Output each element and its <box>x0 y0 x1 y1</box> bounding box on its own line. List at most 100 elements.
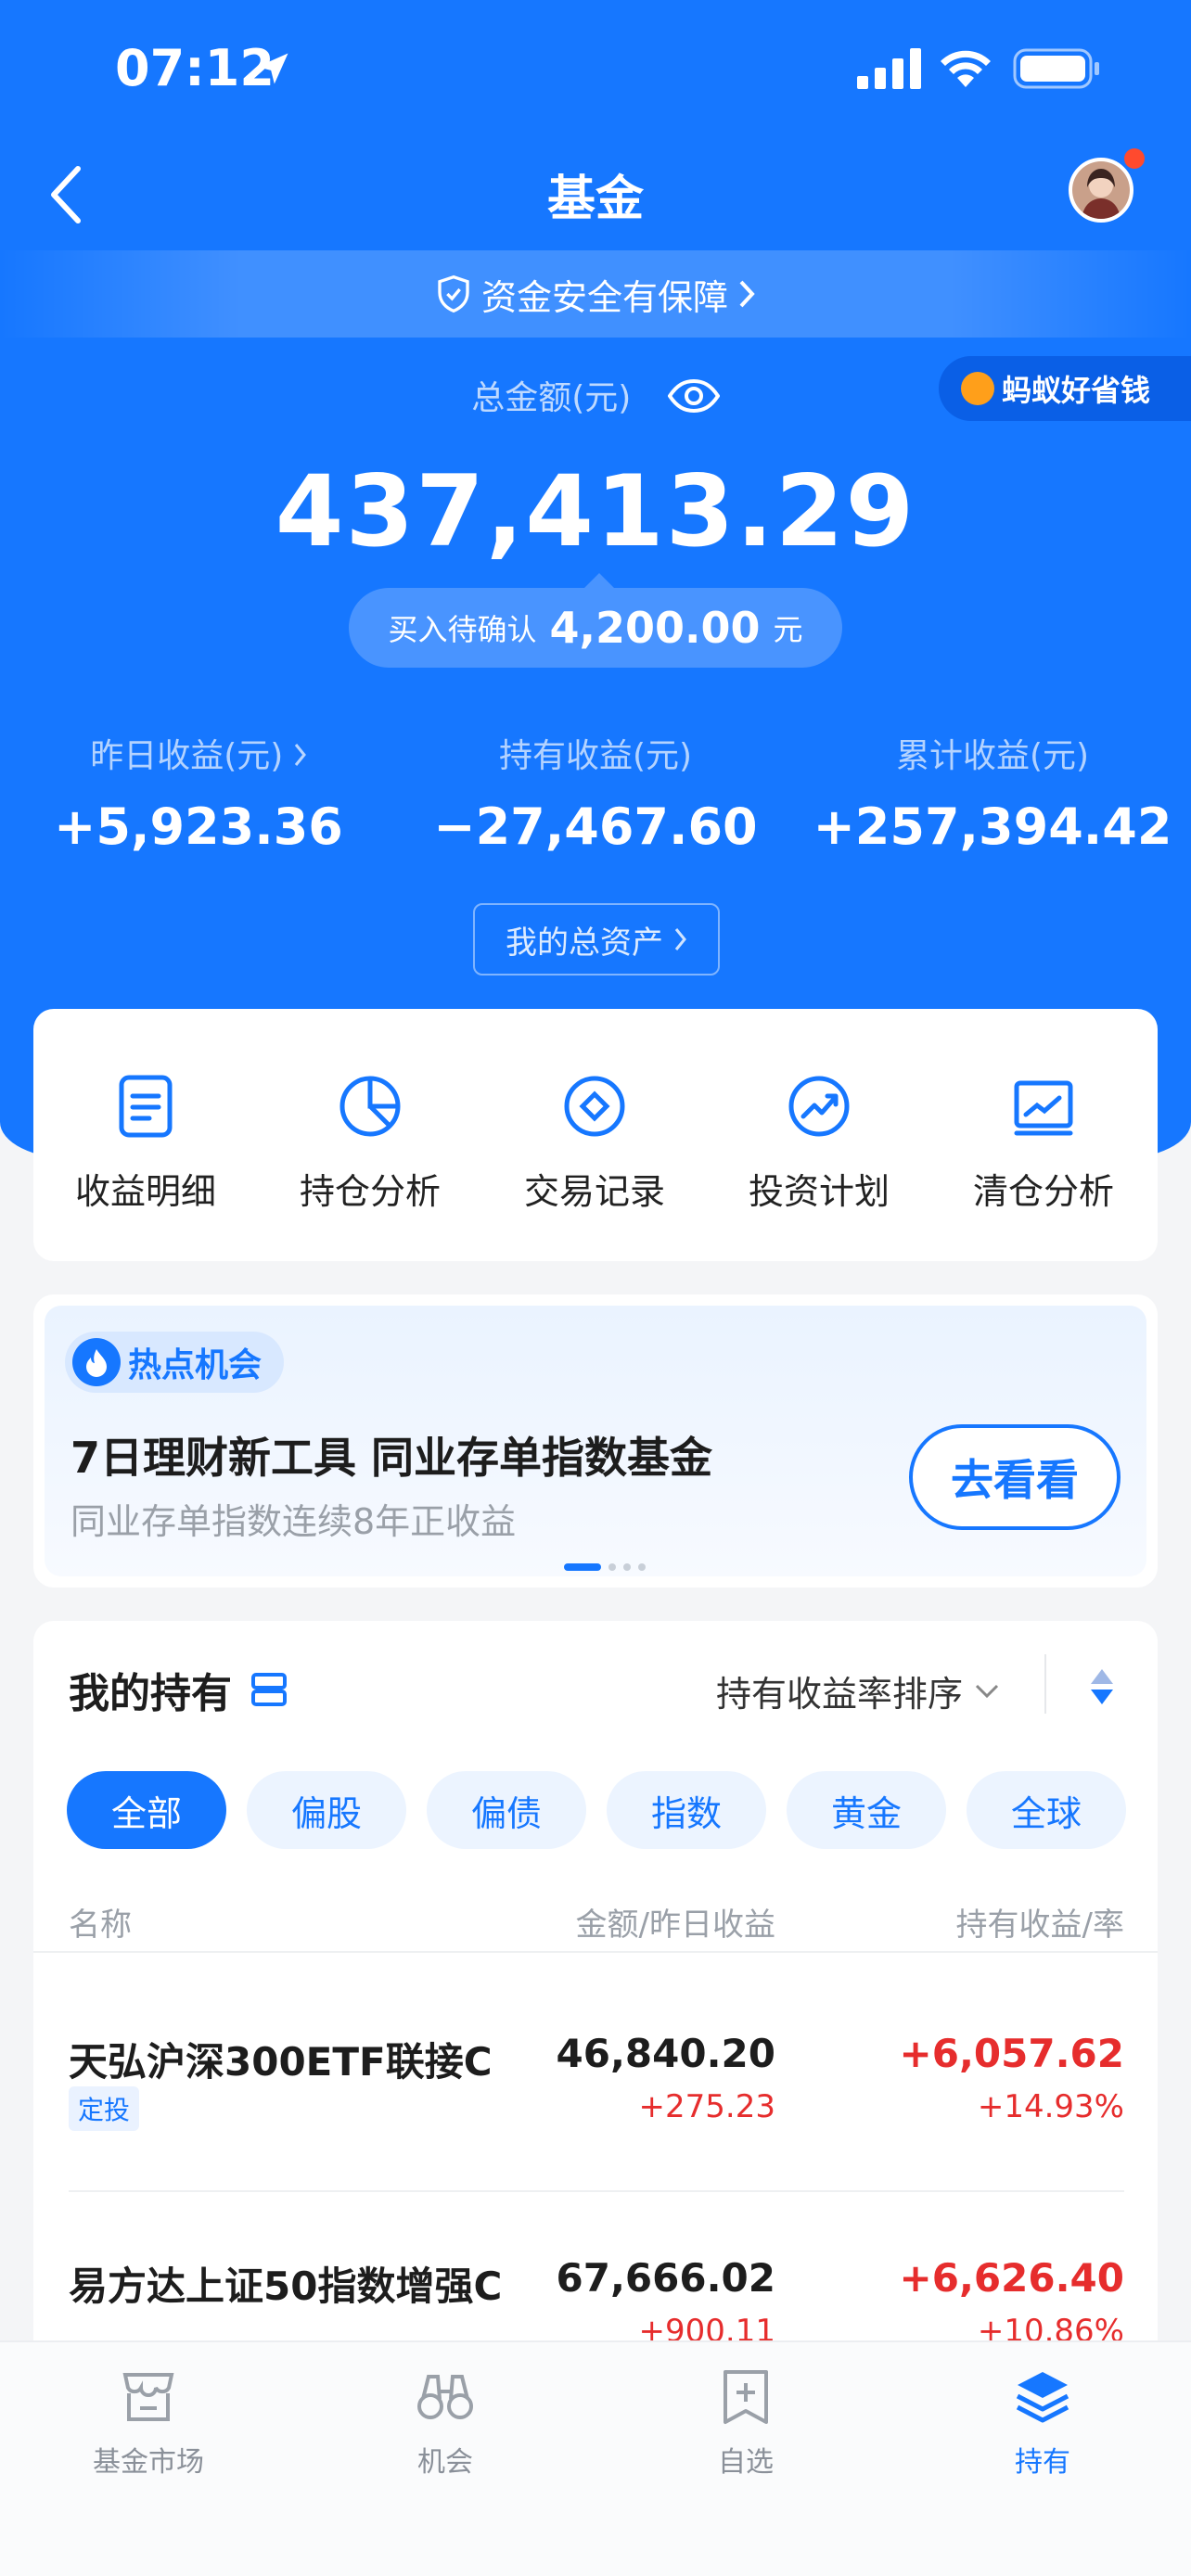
tools-card: 收益明细 持仓分析 交易记录 投资计划 清仓分析 <box>33 1009 1158 1261</box>
total-amount-label: 总金额(元) <box>0 371 1191 423</box>
tool-earnings-detail[interactable]: 收益明细 <box>33 1009 258 1261</box>
add-bookmark-icon <box>724 2370 768 2424</box>
tab-holdings[interactable]: 持有 <box>894 2365 1191 2480</box>
stat-value: −27,467.60 <box>433 797 758 856</box>
column-header-name: 名称 <box>69 1906 132 1944</box>
pending-purchase-pill[interactable]: 买入待确认 4,200.00 元 <box>349 588 842 668</box>
holding-row[interactable]: 天弘沪深300ETF联接C 定投 46,840.20 +275.23 +6,05… <box>33 1953 1158 2188</box>
tool-label: 持仓分析 <box>299 1171 441 1212</box>
fund-amount: 67,666.02 <box>556 2255 775 2301</box>
chip-gold[interactable]: 黄金 <box>787 1771 946 1849</box>
carousel-dot <box>564 1563 601 1571</box>
status-time: 07:12 <box>115 39 275 97</box>
pending-amount: 4,200.00 <box>549 603 761 653</box>
tool-holding-analysis[interactable]: 持仓分析 <box>258 1009 482 1261</box>
fund-amount: 46,840.20 <box>556 2031 775 2076</box>
chevron-down-icon <box>975 1684 999 1698</box>
location-arrow-icon <box>257 53 288 84</box>
chip-all[interactable]: 全部 <box>67 1771 226 1849</box>
tab-fund-market[interactable]: 基金市场 <box>0 2365 297 2480</box>
list-view-icon[interactable] <box>250 1672 288 1707</box>
eye-icon[interactable] <box>667 377 721 423</box>
diamond-circle-icon <box>564 1076 625 1137</box>
navigation-bar: 基金 <box>0 139 1191 241</box>
page-title: 基金 <box>546 172 644 227</box>
stat-value: +257,394.42 <box>813 797 1172 856</box>
chevron-right-icon <box>294 744 306 766</box>
carousel-dot <box>623 1563 631 1571</box>
cellular-signal-icon <box>857 48 921 89</box>
chevron-right-icon <box>674 928 686 950</box>
promo-card[interactable]: 热点机会 7日理财新工具 同业存单指数基金 同业存单指数连续8年正收益 去看看 <box>33 1294 1158 1588</box>
tab-label: 机会 <box>417 2446 473 2479</box>
notification-dot <box>1124 148 1145 169</box>
sort-order-icon[interactable] <box>1089 1667 1115 1706</box>
chip-global[interactable]: 全球 <box>967 1771 1126 1849</box>
pending-unit: 元 <box>773 612 803 647</box>
hot-tag-label: 热点机会 <box>128 1346 263 1384</box>
binoculars-icon <box>417 2375 473 2419</box>
layers-icon <box>1016 2372 1069 2423</box>
my-total-assets-button[interactable]: 我的总资产 <box>473 903 720 976</box>
flame-icon <box>72 1338 121 1386</box>
total-amount: 437,413.29 <box>275 454 916 568</box>
stat-holding-earnings: 持有收益(元) −27,467.60 <box>410 729 781 856</box>
tool-clearance-analysis[interactable]: 清仓分析 <box>931 1009 1156 1261</box>
pie-chart-icon <box>339 1076 401 1137</box>
holdings-title-text: 我的持有 <box>69 1670 232 1717</box>
tool-label: 交易记录 <box>523 1171 665 1212</box>
avatar[interactable] <box>1069 158 1133 223</box>
wifi-icon <box>941 50 991 87</box>
assets-button-label: 我的总资产 <box>506 924 663 962</box>
tab-watchlist[interactable]: 自选 <box>597 2365 894 2480</box>
stat-cumulative-earnings: 累计收益(元) +257,394.42 <box>807 729 1178 856</box>
trend-up-icon <box>788 1076 850 1137</box>
tab-label: 持有 <box>1015 2446 1070 2479</box>
carousel-dot <box>638 1563 646 1571</box>
fund-name: 易方达上证50指数增强C <box>69 2264 503 2309</box>
stat-yesterday-earnings[interactable]: 昨日收益(元) +5,923.36 <box>13 729 384 856</box>
tool-transaction-records[interactable]: 交易记录 <box>482 1009 707 1261</box>
promo-subtitle: 同业存单指数连续8年正收益 <box>70 1501 517 1542</box>
promo-title: 7日理财新工具 同业存单指数基金 <box>70 1433 713 1483</box>
safety-banner[interactable]: 资金安全有保障 <box>0 250 1191 338</box>
chip-bond[interactable]: 偏债 <box>427 1771 586 1849</box>
shield-check-icon <box>438 274 469 313</box>
total-label-text: 总金额(元) <box>471 379 632 417</box>
carousel-dots <box>564 1563 646 1571</box>
chip-index[interactable]: 指数 <box>607 1771 766 1849</box>
sort-dropdown[interactable]: 持有收益率排序 <box>716 1665 1000 1716</box>
stat-label: 昨日收益(元) <box>90 737 284 775</box>
fund-holding-rate: +14.93% <box>977 2088 1124 2125</box>
stat-label: 持有收益(元) <box>498 737 693 775</box>
category-filter-chips: 全部 偏股 偏债 指数 黄金 全球 <box>67 1771 1126 1849</box>
auto-invest-tag: 定投 <box>69 2086 140 2131</box>
holdings-title: 我的持有 <box>69 1660 288 1719</box>
go-look-button[interactable]: 去看看 <box>909 1424 1121 1530</box>
fund-name: 天弘沪深300ETF联接C <box>69 2039 493 2085</box>
tool-investment-plan[interactable]: 投资计划 <box>707 1009 931 1261</box>
pending-label: 买入待确认 <box>388 612 537 647</box>
status-bar: 07:12 <box>0 0 1191 139</box>
fund-holding-gain: +6,626.40 <box>899 2255 1124 2301</box>
tool-label: 收益明细 <box>74 1171 216 1212</box>
tab-label: 基金市场 <box>93 2446 204 2479</box>
battery-icon <box>1013 48 1099 89</box>
chip-equity[interactable]: 偏股 <box>247 1771 406 1849</box>
tool-label: 清仓分析 <box>972 1171 1114 1212</box>
sort-label: 持有收益率排序 <box>716 1674 964 1715</box>
fund-holding-gain: +6,057.62 <box>899 2031 1124 2076</box>
tool-label: 投资计划 <box>748 1171 890 1212</box>
carousel-dot <box>608 1563 616 1571</box>
user-portrait-icon <box>1072 161 1130 219</box>
stat-label: 累计收益(元) <box>895 737 1090 775</box>
bottom-tab-bar: 基金市场 机会 自选 持有 <box>0 2340 1191 2576</box>
divider <box>1044 1654 1046 1714</box>
column-header-rate: 持有收益/率 <box>955 1906 1124 1944</box>
tab-opportunity[interactable]: 机会 <box>297 2365 594 2480</box>
stat-value: +5,923.36 <box>54 797 343 856</box>
chart-box-icon <box>1014 1080 1073 1136</box>
hot-opportunity-tag: 热点机会 <box>65 1332 285 1393</box>
chevron-right-icon <box>739 280 755 308</box>
fund-yesterday-earnings: +275.23 <box>638 2088 775 2125</box>
